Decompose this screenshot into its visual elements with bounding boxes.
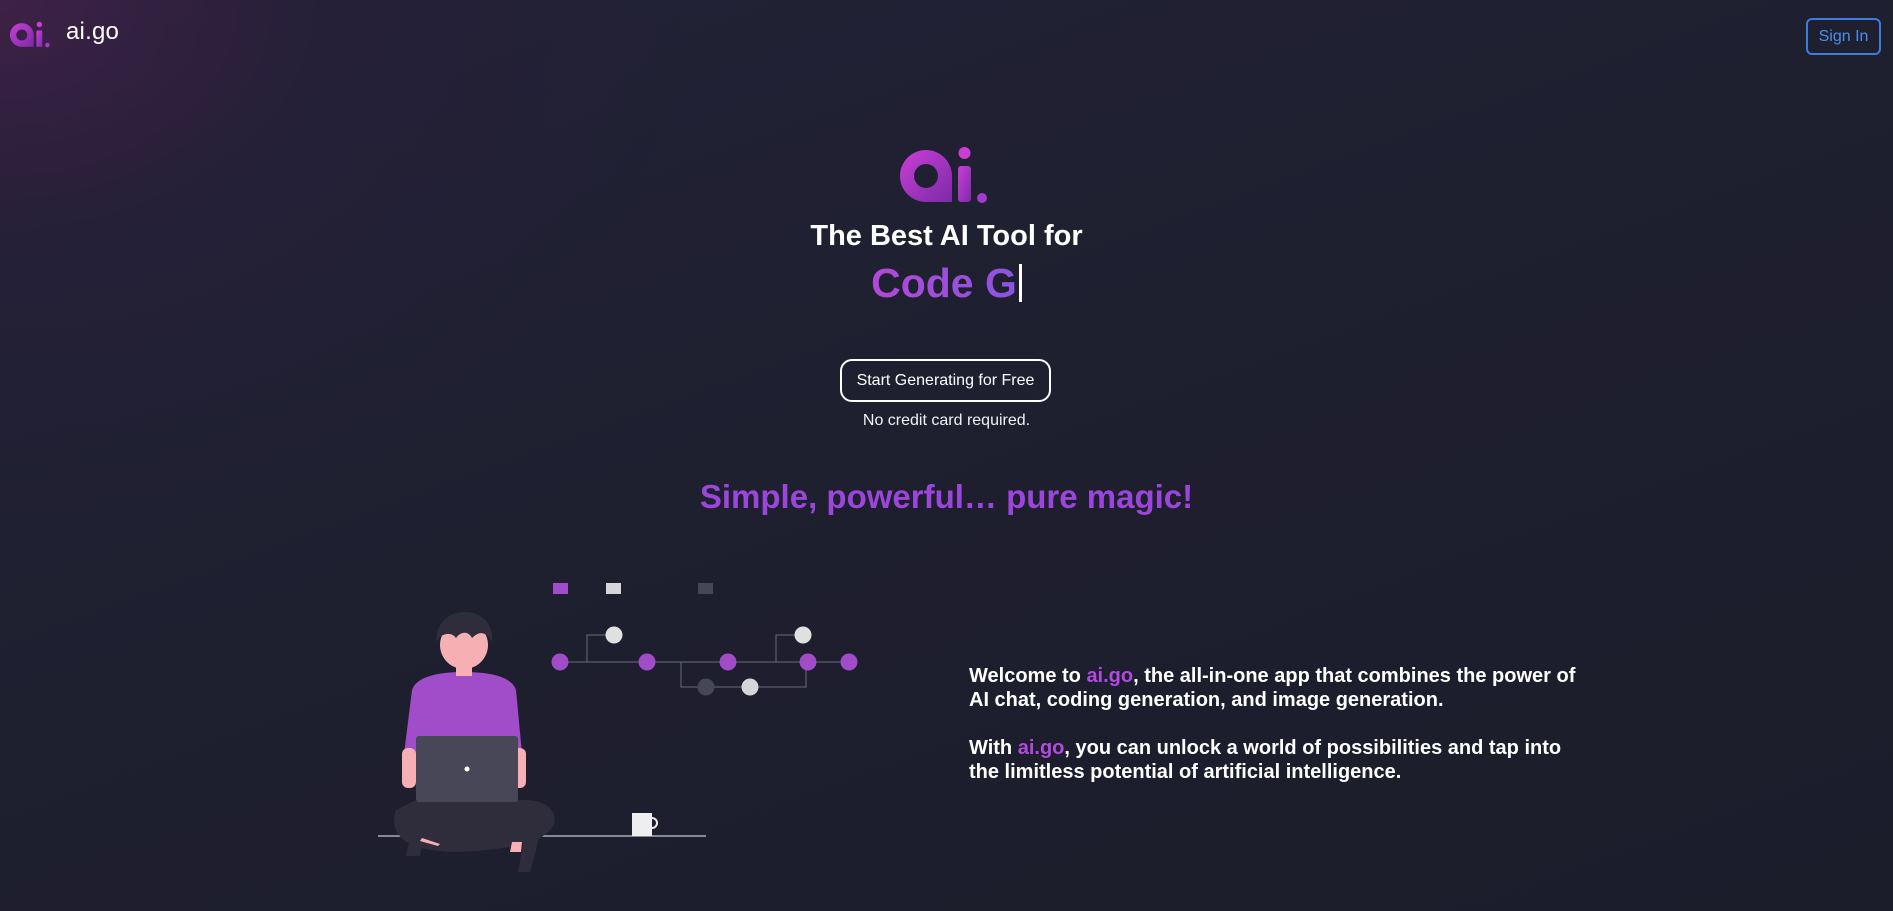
ai-logo-icon[interactable] (9, 18, 51, 52)
illustration-node (794, 626, 812, 644)
illustration-node (741, 678, 759, 696)
sign-in-button[interactable]: Sign In (1806, 18, 1881, 55)
tagline: Simple, powerful… pure magic! (699, 478, 1194, 515)
typed-text: Code G (871, 260, 1017, 306)
person-with-laptop-illustration (378, 583, 858, 872)
illustration-node (551, 653, 569, 671)
start-generating-button[interactable]: Start Generating for Free (840, 359, 1051, 402)
illustration-node (719, 653, 737, 671)
illustration-square (553, 583, 568, 594)
brand-name[interactable]: ai.go (66, 18, 119, 46)
illustration-node (638, 653, 656, 671)
welcome-paragraph: Welcome to ai.go, the all-in-one app tha… (969, 664, 1579, 712)
illustration-node (840, 653, 858, 671)
illustration-node (605, 626, 623, 644)
hero-title: The Best AI Tool for (810, 220, 1083, 252)
welcome-text: With (969, 737, 1018, 759)
illustration-square (698, 583, 713, 594)
illustration-node (697, 678, 715, 696)
welcome-text: Welcome to (969, 665, 1087, 687)
welcome-paragraph: With ai.go, you can unlock a world of po… (969, 736, 1579, 784)
mug (632, 813, 652, 836)
no-credit-card-note: No credit card required. (862, 412, 1031, 429)
ai-logo-icon (900, 147, 987, 203)
welcome-section: Welcome to ai.go, the all-in-one app tha… (969, 664, 1579, 808)
typing-caret (1018, 264, 1022, 302)
brand-link: ai.go (1017, 737, 1065, 759)
brand-link: ai.go (1086, 665, 1134, 687)
illustration-node (799, 653, 817, 671)
typed-headline: Code G (0, 260, 1893, 307)
illustration-square (606, 583, 621, 594)
